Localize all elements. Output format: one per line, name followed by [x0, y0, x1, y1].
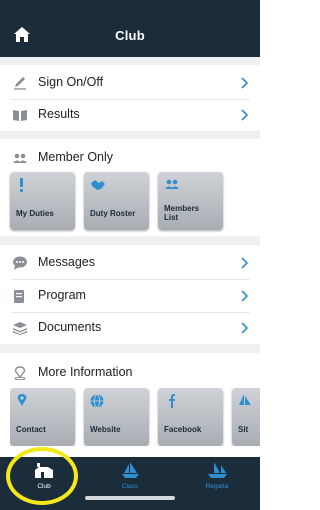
messages-label: Messages	[38, 255, 95, 269]
more-information-title: More Information	[38, 365, 133, 379]
handshake-icon	[91, 180, 105, 190]
member-only-title: Member Only	[38, 150, 114, 164]
app-header: Club	[0, 0, 260, 57]
members-list-tile[interactable]: Members List	[158, 172, 223, 230]
sign-on-off-row[interactable]: Sign On/Off	[0, 68, 260, 98]
documents-label: Documents	[38, 320, 102, 334]
highlight-circle	[6, 447, 78, 505]
program-row[interactable]: Program	[0, 281, 260, 311]
facebook-icon	[169, 394, 175, 408]
more-information-heading: More Information	[0, 358, 260, 388]
tab-class[interactable]: Class	[100, 461, 160, 495]
program-label: Program	[38, 288, 86, 302]
duty-roster-label: Duty Roster	[90, 209, 136, 218]
chevron-right-icon	[241, 109, 249, 121]
more-information-card: More Information Contact Website Faceboo…	[0, 353, 260, 457]
contact-label: Contact	[16, 425, 46, 434]
calendar-icon	[14, 290, 24, 303]
pencil-icon	[14, 77, 26, 90]
chevron-right-icon	[241, 257, 249, 269]
globe-icon	[90, 394, 104, 408]
home-indicator[interactable]	[85, 496, 175, 500]
results-row[interactable]: Results	[0, 100, 260, 130]
chevron-right-icon	[241, 322, 249, 334]
page-title: Club	[115, 28, 145, 43]
sailboat-icon	[122, 462, 139, 478]
sit-label: Sit	[238, 425, 249, 434]
members-list-label: Members List	[164, 204, 200, 222]
chevron-right-icon	[241, 290, 249, 302]
exclamation-icon	[20, 178, 23, 192]
results-label: Results	[38, 107, 80, 121]
divider	[12, 279, 250, 280]
regatta-boats-icon	[208, 462, 227, 478]
primary-menu-card: Sign On/Off Results	[0, 65, 260, 131]
contact-tile[interactable]: Contact	[10, 388, 75, 446]
sail-icon	[239, 394, 251, 405]
facebook-label: Facebook	[164, 425, 202, 434]
secondary-menu-card: Messages Program Documents	[0, 245, 260, 344]
sign-on-off-label: Sign On/Off	[38, 75, 104, 89]
people-icon	[165, 179, 179, 189]
sit-tile[interactable]: Sit	[232, 388, 260, 446]
location-pin-icon	[17, 394, 27, 406]
duty-roster-tile[interactable]: Duty Roster	[84, 172, 149, 230]
layers-icon	[13, 322, 27, 335]
tab-regatta-label: Regatta	[205, 483, 229, 490]
tab-regatta[interactable]: Regatta	[187, 461, 247, 495]
my-duties-tile[interactable]: My Duties	[10, 172, 75, 230]
more-tiles: Contact Website Facebook Sit	[10, 388, 260, 446]
facebook-tile[interactable]: Facebook	[158, 388, 223, 446]
member-only-card: Member Only My Duties Duty Roster Member…	[0, 139, 260, 236]
documents-row[interactable]: Documents	[0, 313, 260, 343]
location-pin-icon	[14, 366, 26, 380]
member-only-heading: Member Only	[0, 143, 260, 173]
member-tiles: My Duties Duty Roster Members List	[10, 172, 250, 230]
content-area: Sign On/Off Results Member Only My Dutie…	[0, 57, 260, 457]
people-icon	[13, 153, 27, 163]
website-tile[interactable]: Website	[84, 388, 149, 446]
website-label: Website	[90, 425, 121, 434]
tab-class-label: Class	[121, 483, 139, 490]
my-duties-label: My Duties	[16, 209, 54, 218]
book-icon	[13, 110, 27, 121]
chat-bubble-icon	[13, 256, 27, 270]
chevron-right-icon	[241, 77, 249, 89]
messages-row[interactable]: Messages	[0, 248, 260, 278]
